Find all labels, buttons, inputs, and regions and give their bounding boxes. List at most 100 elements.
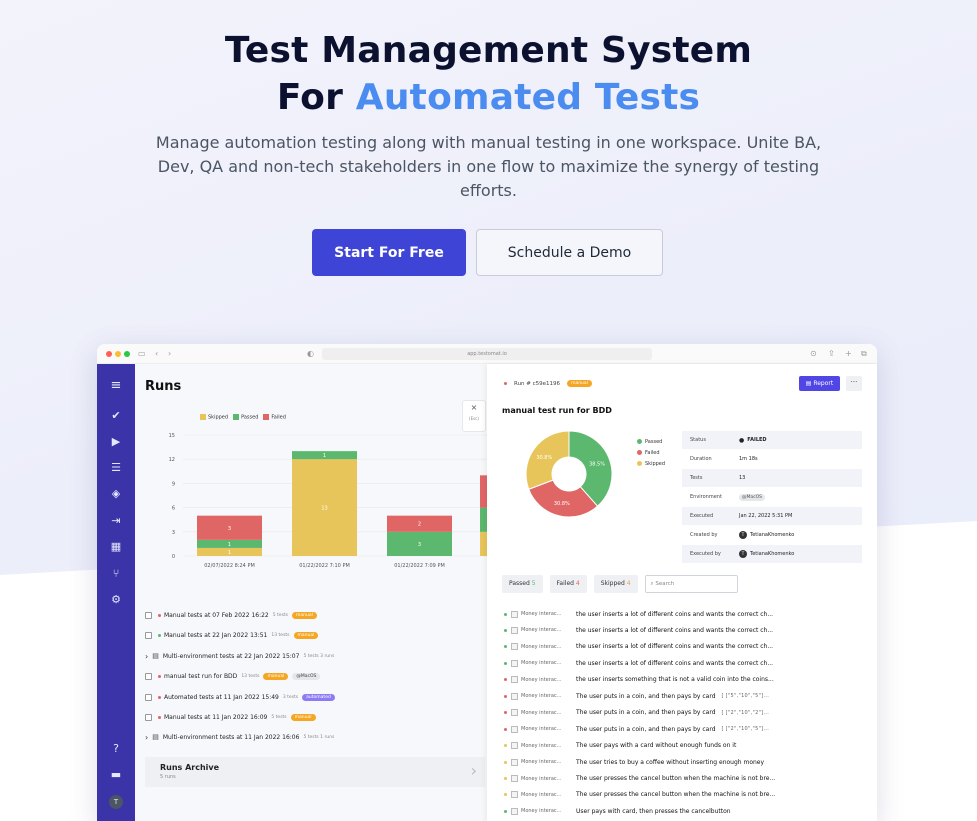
- test-type-icon: [511, 758, 518, 766]
- test-row[interactable]: Money interac... the user inserts a lot o…: [504, 607, 874, 621]
- tabs-overview-icon[interactable]: ⧉: [861, 349, 867, 359]
- test-row[interactable]: Money interac... User pays with card, the…: [504, 804, 874, 818]
- close-window-icon[interactable]: [106, 351, 112, 357]
- play-icon[interactable]: ▶: [109, 435, 123, 449]
- user-avatar[interactable]: T: [109, 795, 123, 809]
- menu-icon[interactable]: ≡: [109, 379, 123, 393]
- runs-title: Runs: [145, 379, 182, 394]
- address-bar[interactable]: app.testomat.io: [322, 348, 652, 360]
- group-icon: ▤: [152, 652, 159, 660]
- test-row[interactable]: Money interac... the user inserts somethi…: [504, 673, 874, 687]
- test-filters: Passed 5 Failed 4 Skipped 4 ⌕ Search: [502, 575, 738, 593]
- filter-passed-button[interactable]: Passed 5: [502, 575, 543, 593]
- bar-data-label: 3: [228, 526, 231, 532]
- test-row[interactable]: Money interac... The user presses the can…: [504, 788, 874, 802]
- test-example: [ ["2","10","5"]...: [721, 726, 770, 733]
- back-icon[interactable]: ‹: [155, 349, 158, 359]
- run-name: Manual tests at 11 Jan 2022 16:09: [164, 713, 268, 721]
- test-row[interactable]: Money interac... The user puts in a coin,…: [504, 706, 874, 720]
- download-icon[interactable]: ⊙: [810, 349, 817, 359]
- run-tag: manual: [567, 380, 592, 387]
- group-icon: ▤: [152, 733, 159, 741]
- info-value: ● FAILED: [739, 437, 767, 444]
- checkmark-icon[interactable]: ✔: [109, 409, 123, 423]
- start-for-free-button[interactable]: Start For Free: [312, 229, 466, 276]
- test-row[interactable]: Money interac... The user presses the can…: [504, 772, 874, 786]
- folder-icon[interactable]: ▬: [109, 768, 123, 782]
- test-name: the user inserts a lot of different coin…: [576, 659, 774, 667]
- info-tests: Tests 13: [682, 469, 862, 488]
- new-tab-icon[interactable]: +: [845, 349, 852, 359]
- run-checkbox[interactable]: [145, 693, 152, 701]
- info-duration: Duration 1m 18s: [682, 450, 862, 469]
- run-status-dot: [158, 715, 161, 719]
- share-icon[interactable]: ⇪: [828, 349, 835, 359]
- test-suite: Money interac...: [521, 808, 562, 815]
- test-name: the user inserts a lot of different coin…: [576, 610, 774, 618]
- run-name: Manual tests at 22 Jan 2022 13:51: [164, 631, 268, 639]
- run-id: Run # c59e1196: [514, 380, 561, 387]
- info-key: Executed: [690, 513, 714, 519]
- run-checkbox[interactable]: [145, 631, 152, 639]
- test-row[interactable]: Money interac... The user tries to buy a …: [504, 755, 874, 769]
- pie-legend-skipped-label: Skipped: [645, 461, 666, 467]
- run-list-item[interactable]: › ▤ Multi-environment tests at 11 Jan 2022…: [145, 730, 334, 744]
- run-list-item[interactable]: Manual tests at 22 Jan 2022 13:51 13 test…: [145, 628, 319, 642]
- run-meta: 5 tests 1 runs: [303, 734, 335, 740]
- test-type-icon: [511, 643, 518, 651]
- run-list-item[interactable]: › ▤ Multi-environment tests at 22 Jan 2022…: [145, 649, 334, 663]
- test-row[interactable]: Money interac... The user puts in a coin,…: [504, 722, 874, 736]
- settings-gear-icon[interactable]: ⚙: [109, 593, 123, 607]
- report-button[interactable]: ▤ Report: [799, 376, 840, 391]
- search-input[interactable]: ⌕ Search: [644, 575, 738, 593]
- close-detail-button[interactable]: × (Esc): [462, 400, 486, 432]
- filter-skipped-button[interactable]: Skipped 4: [593, 575, 638, 593]
- run-checkbox[interactable]: [145, 713, 152, 721]
- test-status-dot: [504, 793, 507, 797]
- chevron-right-icon[interactable]: ›: [145, 652, 148, 661]
- test-row[interactable]: Money interac... The user puts in a coin,…: [504, 689, 874, 703]
- test-name: the user inserts something that is not a…: [576, 676, 774, 684]
- minimize-window-icon[interactable]: [115, 351, 121, 357]
- help-icon[interactable]: ?: [109, 742, 123, 756]
- more-options-button[interactable]: ···: [846, 376, 862, 391]
- bar-data-label: 1: [228, 542, 231, 548]
- branch-icon[interactable]: ⑂: [109, 567, 123, 581]
- test-example: [ ["2","10","2"]...: [721, 709, 770, 716]
- chevron-right-icon[interactable]: ›: [145, 733, 148, 742]
- run-checkbox[interactable]: [145, 611, 152, 619]
- hero-title-line2: For Automated Tests: [0, 75, 977, 121]
- test-type-icon: [511, 807, 518, 815]
- chevron-right-icon[interactable]: ›: [471, 761, 477, 780]
- info-executed: Executed Jan 22, 2022 5:31 PM: [682, 507, 862, 526]
- runs-archive[interactable]: Runs Archive 5 runs ›: [145, 757, 485, 787]
- checklist-icon[interactable]: ☰: [109, 461, 123, 475]
- run-meta: 5 tests 3 runs: [303, 653, 335, 659]
- test-status-dot: [504, 727, 507, 731]
- test-row[interactable]: Money interac... the user inserts a lot o…: [504, 656, 874, 670]
- bar-segment: [480, 531, 487, 556]
- run-list-item[interactable]: Manual tests at 07 Feb 2022 16:22 5 tests…: [145, 608, 317, 622]
- import-icon[interactable]: ⇥: [109, 514, 123, 528]
- test-suite: Money interac...: [521, 742, 562, 749]
- info-value: @MacOS: [739, 493, 766, 501]
- test-row[interactable]: Money interac... The user pays with a car…: [504, 739, 874, 753]
- run-list-item[interactable]: Automated tests at 11 Jan 2022 15:49 3 te…: [145, 690, 335, 704]
- run-list-item[interactable]: manual test run for BDD 13 tests manual @Ma…: [145, 669, 321, 683]
- filter-failed-button[interactable]: Failed 4: [549, 575, 587, 593]
- maximize-window-icon[interactable]: [124, 351, 130, 357]
- forward-icon[interactable]: ›: [168, 349, 171, 359]
- run-checkbox[interactable]: [145, 672, 152, 680]
- sidebar-toggle-icon[interactable]: ▭: [138, 349, 146, 359]
- x-tick-label: 01/22/2022 7:09 PM: [394, 563, 445, 569]
- schedule-demo-button[interactable]: Schedule a Demo: [476, 229, 663, 276]
- test-name: The user puts in a coin, and then pays b…: [576, 709, 716, 717]
- test-row[interactable]: Money interac... the user inserts a lot o…: [504, 640, 874, 654]
- run-list-item[interactable]: Manual tests at 11 Jan 2022 16:09 5 tests…: [145, 710, 316, 724]
- layers-icon[interactable]: ◈: [109, 487, 123, 501]
- test-type-icon: [511, 709, 518, 717]
- filter-label: Failed: [556, 580, 574, 587]
- test-row[interactable]: Money interac... the user inserts a lot o…: [504, 623, 874, 637]
- run-status-dot: [158, 633, 161, 637]
- analytics-icon[interactable]: ▦: [109, 540, 123, 554]
